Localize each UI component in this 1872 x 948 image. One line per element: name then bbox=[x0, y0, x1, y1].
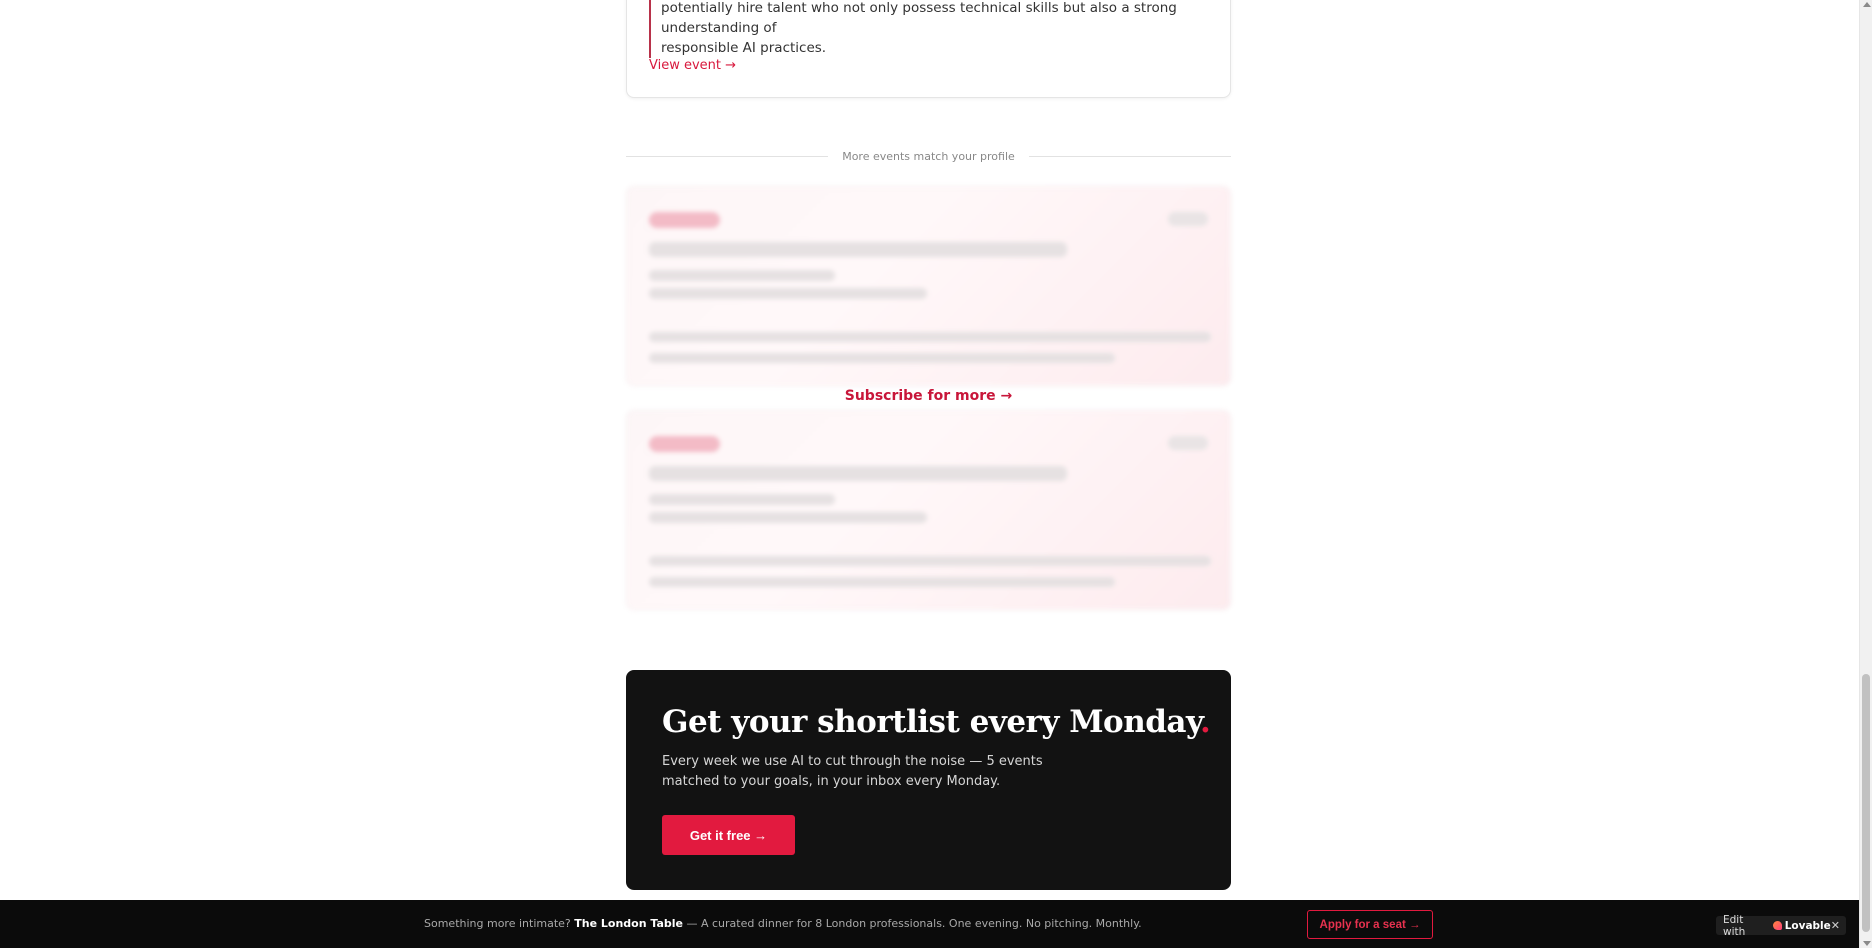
divider-line bbox=[1028, 155, 1231, 157]
more-events-divider: More events match your profile bbox=[626, 148, 1231, 164]
page-scrollbar[interactable] bbox=[1859, 0, 1872, 948]
skeleton-tag bbox=[1168, 212, 1208, 226]
scrollbar-thumb[interactable] bbox=[1862, 674, 1870, 932]
lovable-edit-label: Edit with bbox=[1723, 913, 1746, 938]
skeleton-line bbox=[649, 577, 1115, 587]
apply-for-seat-button[interactable]: Apply for a seat → bbox=[1307, 910, 1433, 939]
skeleton-line bbox=[649, 512, 927, 523]
edit-with-lovable-badge[interactable]: Edit with Lovable ✕ bbox=[1716, 913, 1846, 938]
skeleton-title bbox=[649, 466, 1067, 481]
skeleton-pill bbox=[649, 212, 720, 228]
cta-title-dot: . bbox=[1199, 704, 1211, 740]
skeleton-line bbox=[649, 288, 927, 299]
event-quote-line: potentially hire talent who not only pos… bbox=[661, 0, 1177, 36]
skeleton-line bbox=[649, 270, 835, 281]
close-icon[interactable]: ✕ bbox=[1831, 919, 1840, 932]
skeleton-pill bbox=[649, 436, 720, 452]
locked-event-card bbox=[626, 186, 1231, 386]
banner-lead: Something more intimate? bbox=[424, 917, 571, 930]
event-quote: potentially hire talent who not only pos… bbox=[649, 0, 1211, 58]
event-card: potentially hire talent who not only pos… bbox=[626, 0, 1231, 98]
skeleton-line bbox=[649, 332, 1211, 342]
banner-event-name: The London Table bbox=[574, 917, 683, 930]
scroll-down-arrow-icon[interactable] bbox=[1863, 941, 1871, 946]
divider-line bbox=[626, 155, 829, 157]
newsletter-cta: Get your shortlist every Monday. Every w… bbox=[626, 670, 1231, 890]
view-event-link[interactable]: View event → bbox=[649, 58, 736, 73]
banner-tail: — A curated dinner for 8 London professi… bbox=[686, 917, 1142, 930]
lovable-brand: Lovable bbox=[1772, 919, 1831, 932]
skeleton-line bbox=[649, 353, 1115, 363]
cta-description: Every week we use AI to cut through the … bbox=[662, 754, 1043, 789]
lovable-heart-icon bbox=[1772, 921, 1782, 930]
skeleton-title bbox=[649, 242, 1067, 257]
skeleton-line bbox=[649, 556, 1211, 566]
skeleton-tag bbox=[1168, 436, 1208, 450]
cta-title-text: Get your shortlist every Monday bbox=[662, 704, 1200, 740]
skeleton-line bbox=[649, 494, 835, 505]
lovable-brand-label: Lovable bbox=[1784, 919, 1831, 932]
banner-text: Something more intimate? The London Tabl… bbox=[424, 917, 1142, 930]
get-it-free-button[interactable]: Get it free → bbox=[662, 815, 795, 855]
london-table-banner: Something more intimate? The London Tabl… bbox=[0, 900, 1859, 948]
divider-label: More events match your profile bbox=[842, 149, 1015, 163]
cta-title: Get your shortlist every Monday. bbox=[662, 704, 1211, 740]
scroll-up-arrow-icon[interactable] bbox=[1863, 2, 1871, 7]
locked-event-card bbox=[626, 410, 1231, 610]
subscribe-link[interactable]: Subscribe for more → bbox=[626, 388, 1231, 404]
event-quote-line: responsible AI practices. bbox=[661, 40, 827, 56]
